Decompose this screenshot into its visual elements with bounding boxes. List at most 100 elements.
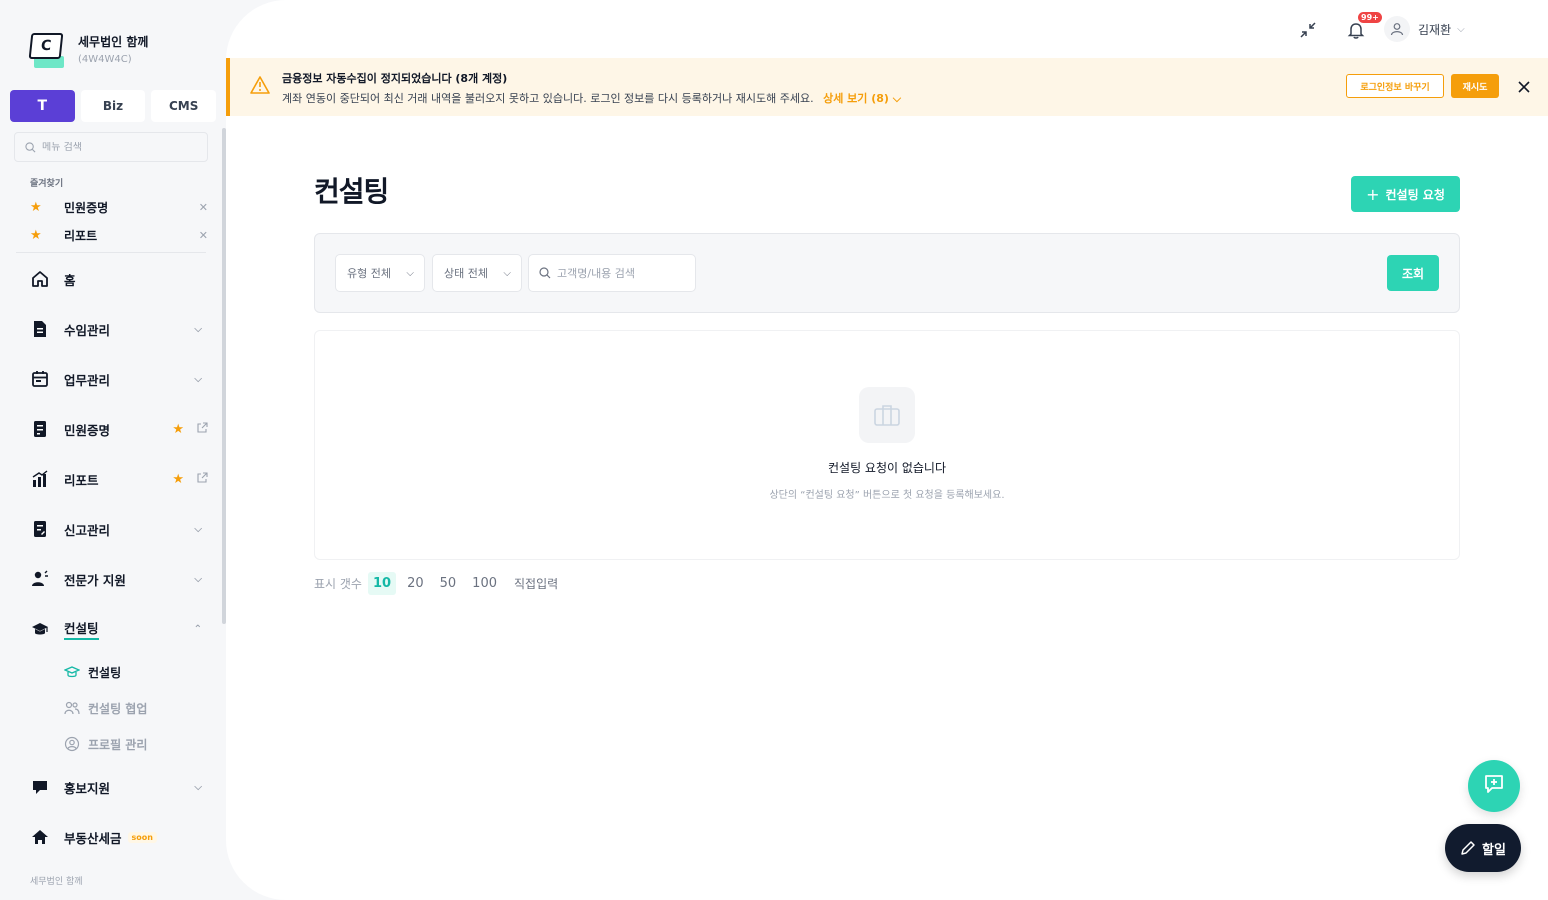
sub-item-consulting[interactable]: 컨설팅 <box>64 661 121 683</box>
filter-bar: 유형 전체 ⌵ 상태 전체 ⌵ 조회 <box>314 233 1460 313</box>
alert-description: 계좌 연동이 중단되어 최신 거래 내역을 불러오지 못하고 있습니다. 로그인… <box>282 92 902 105</box>
sidebar: C 세무법인 함께 (4W4W4C) T Biz CMS 즐겨찾기 ★ 민원증명… <box>0 0 226 900</box>
chat-add-icon <box>1483 773 1505 799</box>
star-icon[interactable]: ★ <box>172 472 184 487</box>
topbar: 99+ 김재환 ⌵ <box>1148 0 1548 58</box>
graduation-cap-icon <box>64 665 82 679</box>
megaphone-icon <box>30 777 50 797</box>
nav-item-civil[interactable]: 민원증명 ★ <box>30 417 210 441</box>
nav-item-realestate[interactable]: 부동산세금 soon <box>30 825 210 849</box>
mode-tab-cms[interactable]: CMS <box>151 90 217 122</box>
favorite-item-report[interactable]: ★ 리포트 ✕ <box>30 224 210 246</box>
search-icon <box>539 264 551 283</box>
pencil-icon <box>1461 841 1475 855</box>
page-size-option-10[interactable]: 10 <box>367 572 397 595</box>
nav-item-promo[interactable]: 홍보지원 ⌵ <box>30 775 210 799</box>
chevron-down-icon: ⌵ <box>406 267 414 279</box>
nav-item-expert[interactable]: 전문가 지원 ⌵ <box>30 567 210 591</box>
chevron-up-icon: ⌃ <box>193 623 202 635</box>
star-icon[interactable]: ★ <box>172 422 184 437</box>
page-size-option-50[interactable]: 50 <box>435 572 462 595</box>
chevron-down-icon: ⌵ <box>194 323 202 335</box>
search-icon <box>25 138 36 157</box>
house-icon <box>30 827 50 847</box>
change-login-button[interactable]: 로그인정보 바꾸기 <box>1346 74 1444 98</box>
menu-search[interactable] <box>14 132 208 162</box>
sub-item-consulting-collab[interactable]: 컨설팅 협업 <box>64 697 147 719</box>
todo-fab[interactable]: 할일 <box>1445 824 1521 872</box>
menu-search-input[interactable] <box>42 141 192 153</box>
close-icon[interactable] <box>1514 77 1534 97</box>
chat-fab[interactable] <box>1468 760 1520 812</box>
status-select[interactable]: 상태 전체 ⌵ <box>432 254 522 292</box>
divider <box>16 252 206 253</box>
chevron-down-icon: ⌵ <box>1457 23 1465 35</box>
chevron-down-icon: ⌵ <box>194 573 202 585</box>
query-button[interactable]: 조회 <box>1387 255 1439 291</box>
sub-item-profile[interactable]: 프로필 관리 <box>64 733 147 755</box>
chevron-down-icon: ⌵ <box>194 523 202 535</box>
page-size-selector: 표시 갯수 10 20 50 100 직접입력 <box>314 572 558 595</box>
main-content: 99+ 김재환 ⌵ 금융정보 자동수집이 정지되었습니다 (8개 계정) 계좌 … <box>226 0 1548 900</box>
mode-tab-biz[interactable]: Biz <box>80 90 146 122</box>
briefcase-icon <box>859 387 915 443</box>
notification-badge: 99+ <box>1358 12 1382 23</box>
mode-tab-t[interactable]: T <box>10 90 75 122</box>
page-title: 컨설팅 <box>314 175 389 208</box>
mode-tabs: T Biz CMS <box>10 90 217 122</box>
brand-logo: C <box>28 30 68 68</box>
brand[interactable]: C 세무법인 함께 (4W4W4C) <box>28 30 148 68</box>
users-icon <box>64 701 82 715</box>
certificate-icon <box>30 419 50 439</box>
empty-description: 상단의 “컨설팅 요청” 버튼으로 첫 요청을 등록해보세요. <box>769 490 1005 501</box>
calendar-icon <box>30 369 50 389</box>
avatar <box>1384 16 1410 42</box>
external-link-icon[interactable] <box>196 421 208 437</box>
request-consulting-button[interactable]: + 컨설팅 요청 <box>1351 176 1460 212</box>
search-input[interactable] <box>557 266 687 280</box>
alert-more-link[interactable]: 상세 보기 (8) ⌵ <box>823 92 901 105</box>
page-size-direct-input[interactable]: 직접입력 <box>514 575 558 592</box>
type-select[interactable]: 유형 전체 ⌵ <box>335 254 425 292</box>
user-circle-icon <box>64 736 82 752</box>
external-link-icon[interactable] <box>196 471 208 487</box>
form-icon <box>30 519 50 539</box>
alert-banner: 금융정보 자동수집이 정지되었습니다 (8개 계정) 계좌 연동이 중단되어 최… <box>226 58 1548 116</box>
page-size-option-20[interactable]: 20 <box>402 572 429 595</box>
warning-icon <box>250 76 270 98</box>
chevron-down-icon: ⌵ <box>194 373 202 385</box>
bell-icon[interactable]: 99+ <box>1342 12 1382 44</box>
nav-item-consulting[interactable]: 컨설팅 ⌃ <box>30 617 210 641</box>
home-icon <box>30 269 50 289</box>
sidebar-footer: 세무법인 함께 <box>30 877 83 887</box>
page-size-option-100[interactable]: 100 <box>467 572 502 595</box>
search-box[interactable] <box>528 254 696 292</box>
star-icon: ★ <box>30 227 42 243</box>
chevron-down-icon: ⌵ <box>194 781 202 793</box>
brand-code: (4W4W4C) <box>78 54 132 65</box>
retry-button[interactable]: 재시도 <box>1451 74 1499 98</box>
remove-favorite-icon[interactable]: ✕ <box>199 229 208 242</box>
nav-item-report[interactable]: 리포트 ★ <box>30 467 210 491</box>
favorites-title: 즐겨찾기 <box>30 179 64 189</box>
user-menu[interactable]: 김재환 ⌵ <box>1384 16 1465 42</box>
page-size-label: 표시 갯수 <box>314 577 362 591</box>
nav-item-fee[interactable]: 수임관리 ⌵ <box>30 317 210 341</box>
nav-item-work[interactable]: 업무관리 ⌵ <box>30 367 210 391</box>
remove-favorite-icon[interactable]: ✕ <box>199 201 208 214</box>
empty-title: 컨설팅 요청이 없습니다 <box>827 461 947 475</box>
chart-icon <box>30 469 50 489</box>
document-icon <box>30 319 50 339</box>
graduation-cap-icon <box>30 619 50 639</box>
star-icon: ★ <box>30 199 42 215</box>
empty-state: 컨설팅 요청이 없습니다 상단의 “컨설팅 요청” 버튼으로 첫 요청을 등록해… <box>314 330 1460 560</box>
nav-item-home[interactable]: 홈 <box>30 267 210 291</box>
expert-icon <box>30 569 50 589</box>
collapse-icon[interactable] <box>1296 18 1320 42</box>
chevron-down-icon: ⌵ <box>892 92 902 105</box>
favorite-item-civil[interactable]: ★ 민원증명 ✕ <box>30 196 210 218</box>
chevron-down-icon: ⌵ <box>503 267 511 279</box>
nav-item-filing[interactable]: 신고관리 ⌵ <box>30 517 210 541</box>
alert-title: 금융정보 자동수집이 정지되었습니다 (8개 계정) <box>282 72 508 85</box>
favorite-label: 민원증명 <box>64 200 109 215</box>
